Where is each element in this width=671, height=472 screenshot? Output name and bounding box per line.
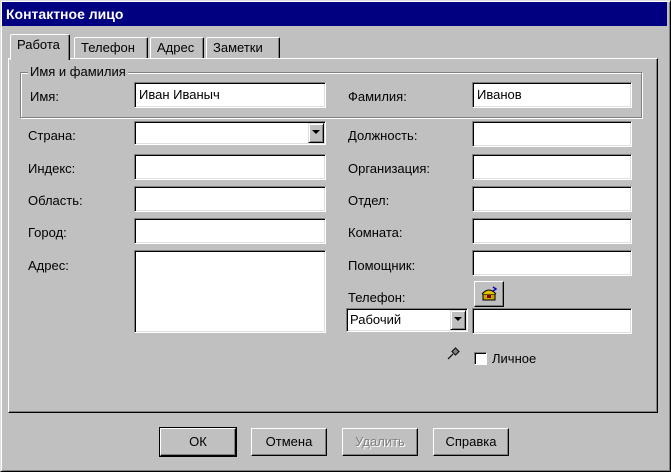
assistant-label: Помощник:: [348, 258, 416, 273]
organization-label: Организация:: [348, 161, 431, 176]
phone-label: Телефон:: [348, 290, 406, 305]
position-label: Должность:: [348, 128, 418, 143]
index-field[interactable]: [134, 154, 326, 180]
country-select[interactable]: [134, 121, 326, 145]
index-label: Индекс:: [28, 161, 76, 176]
address-label: Адрес:: [28, 258, 69, 273]
cancel-button[interactable]: Отмена: [251, 428, 327, 456]
tab-address-label: Адрес: [157, 40, 195, 55]
tab-notes-label: Заметки: [213, 40, 263, 55]
phone-number-field[interactable]: [472, 308, 632, 334]
first-name-label: Имя:: [30, 89, 59, 104]
region-field[interactable]: [134, 186, 326, 212]
city-label: Город:: [28, 225, 67, 240]
city-field[interactable]: [134, 218, 326, 244]
room-label: Комната:: [348, 225, 403, 240]
tab-phone-label: Телефон: [81, 40, 135, 55]
department-field[interactable]: [472, 186, 632, 212]
ok-button-label: ОК: [189, 434, 207, 449]
tab-address[interactable]: Адрес: [150, 37, 204, 59]
cancel-button-label: Отмена: [265, 434, 313, 449]
region-label: Область:: [28, 193, 83, 208]
assistant-field[interactable]: [472, 250, 632, 276]
private-checkbox[interactable]: [474, 352, 487, 365]
private-label[interactable]: Личное: [492, 351, 536, 366]
window-title: Контактное лицо: [6, 6, 124, 22]
ok-button[interactable]: ОК: [159, 427, 237, 457]
department-label: Отдел:: [348, 193, 390, 208]
phone-dial-button[interactable]: [474, 281, 504, 307]
country-dropdown-button[interactable]: [308, 123, 324, 143]
tab-notes[interactable]: Заметки: [206, 37, 280, 59]
pin-icon: [446, 347, 460, 364]
country-label: Страна:: [28, 128, 76, 143]
last-name-field[interactable]: Иванов: [472, 82, 632, 108]
help-button[interactable]: Справка: [433, 428, 509, 456]
delete-button-label: Удалить: [355, 434, 405, 449]
delete-button[interactable]: Удалить: [342, 428, 418, 456]
phone-dial-icon: [480, 285, 498, 306]
first-name-field[interactable]: Иван Иваныч: [134, 82, 326, 108]
phone-type-dropdown-button[interactable]: [450, 310, 466, 330]
last-name-label: Фамилия:: [348, 89, 407, 104]
tab-work-label: Работа: [17, 37, 60, 52]
tab-phone[interactable]: Телефон: [74, 37, 148, 59]
room-field[interactable]: [472, 218, 632, 244]
position-field[interactable]: [472, 121, 632, 147]
title-bar[interactable]: Контактное лицо: [2, 2, 667, 26]
address-textarea[interactable]: [134, 250, 326, 333]
help-button-label: Справка: [445, 434, 497, 449]
tab-work[interactable]: Работа: [10, 34, 70, 60]
name-group-title: Имя и фамилия: [28, 64, 128, 79]
organization-field[interactable]: [472, 154, 632, 180]
